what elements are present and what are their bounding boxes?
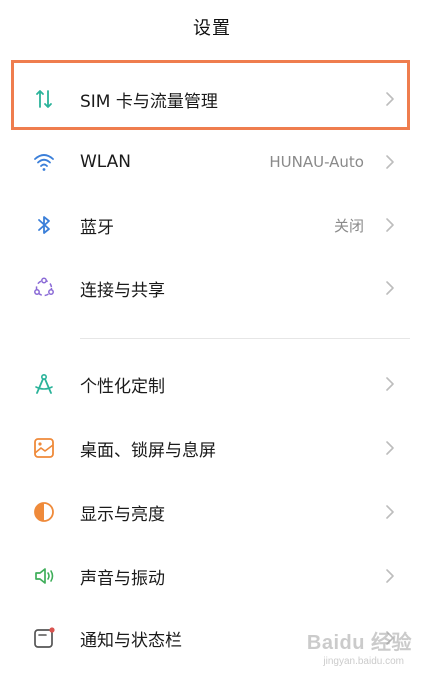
settings-item-label: 显示与亮度 (80, 504, 165, 525)
settings-item-wallpaper[interactable]: 桌面、锁屏与息屏 (0, 417, 424, 479)
chevron-right-icon (386, 505, 394, 519)
settings-item-label: 通知与状态栏 (80, 630, 182, 651)
settings-item-label: 连接与共享 (80, 280, 165, 301)
settings-item-label: 声音与振动 (80, 568, 165, 589)
settings-item-value: 关闭 (333, 216, 364, 235)
brightness-icon (31, 499, 57, 525)
chevron-right-icon (386, 92, 394, 106)
section-divider (80, 338, 410, 339)
title-bar: 设置 (0, 0, 424, 54)
wallpaper-icon (31, 435, 57, 461)
watermark: Baidu 经验 (306, 632, 412, 654)
settings-item-sound[interactable]: 声音与振动 (0, 545, 424, 607)
settings-item-label: 个性化定制 (80, 376, 165, 397)
watermark-url: jingyan.baidu.com (323, 656, 404, 667)
settings-item-personalization[interactable]: 个性化定制 (0, 353, 424, 415)
settings-item-sim[interactable]: SIM 卡与流量管理 (0, 68, 424, 130)
chevron-right-icon (386, 155, 394, 169)
settings-item-label: 桌面、锁屏与息屏 (80, 440, 216, 461)
settings-item-wlan[interactable]: WLAN HUNAU-Auto (0, 131, 424, 193)
sim-data-icon (31, 86, 57, 112)
chevron-right-icon (386, 377, 394, 391)
wifi-icon (31, 149, 57, 175)
settings-item-bluetooth[interactable]: 蓝牙 关闭 (0, 194, 424, 256)
chevron-right-icon (386, 441, 394, 455)
page-title: 设置 (193, 18, 231, 39)
share-icon (31, 275, 57, 301)
settings-item-label: WLAN (80, 152, 132, 172)
chevron-right-icon (386, 218, 394, 232)
chevron-right-icon (386, 281, 394, 295)
chevron-right-icon (386, 569, 394, 583)
notification-icon (31, 625, 57, 651)
settings-item-connection-sharing[interactable]: 连接与共享 (0, 257, 424, 319)
settings-item-label: SIM 卡与流量管理 (80, 91, 218, 112)
compass-icon (31, 371, 57, 397)
sound-icon (31, 563, 57, 589)
bluetooth-icon (31, 212, 57, 238)
settings-item-value: HUNAU-Auto (269, 153, 364, 171)
settings-item-label: 蓝牙 (80, 217, 114, 238)
settings-item-display[interactable]: 显示与亮度 (0, 481, 424, 543)
